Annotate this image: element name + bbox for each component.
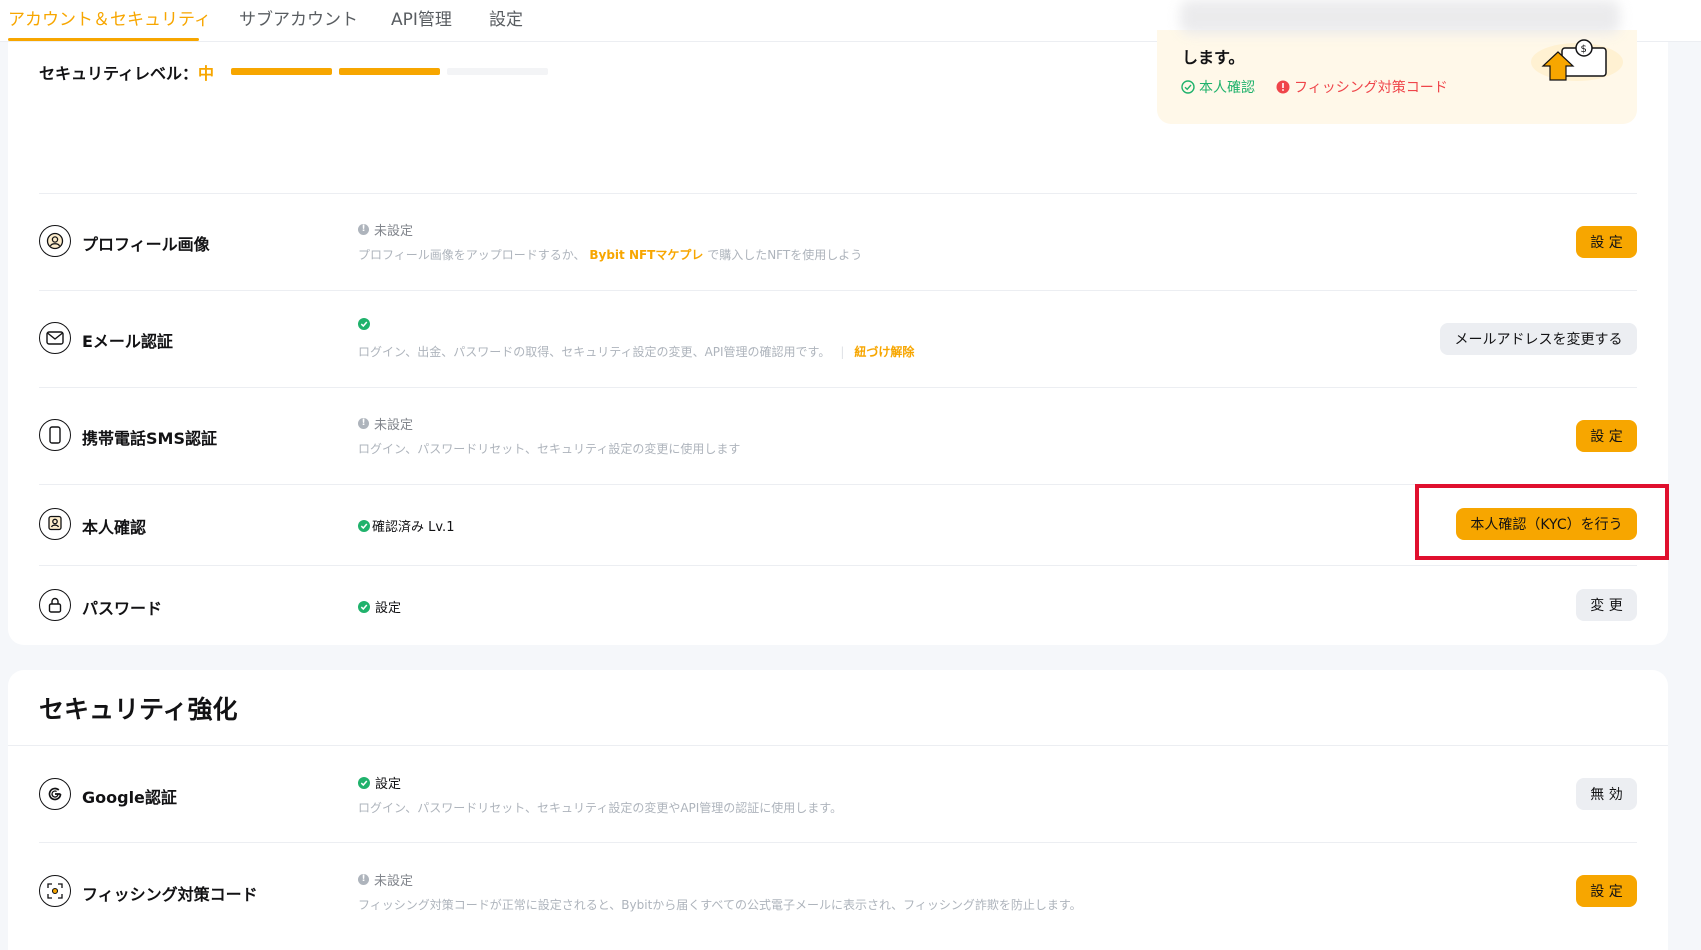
divider [39, 290, 1637, 291]
unlink-email-link[interactable]: 紐づけ解除 [854, 345, 914, 359]
email-description: ログイン、出金、パスワードの取得、セキュリティ設定の変更、API管理の確認用です… [358, 345, 915, 359]
email-desc-text: ログイン、出金、パスワードの取得、セキュリティ設定の変更、API管理の確認用です… [358, 345, 831, 359]
promo-kyc-status[interactable]: 本人確認 [1181, 77, 1255, 97]
kyc-highlight-box [1415, 484, 1669, 560]
promo-phishing-label: フィッシング対策コード [1294, 80, 1448, 96]
password-title: パスワード [82, 599, 163, 618]
phone-icon [39, 419, 71, 451]
security-level-bar-1 [231, 68, 332, 75]
profile-image-status: ! 未設定 [358, 220, 413, 239]
check-icon [358, 600, 370, 613]
profile-image-title: プロフィール画像 [82, 235, 210, 254]
svg-text:$: $ [1581, 44, 1587, 55]
profile-image-description: プロフィール画像をアップロードするか、 Bybit NFTマケプレ で購入したN… [358, 246, 862, 263]
google-auth-status-text: 設定 [375, 777, 402, 792]
divider [39, 484, 1637, 485]
info-icon: ! [358, 418, 369, 429]
anti-phishing-status-text: 未設定 [374, 874, 414, 889]
email-verification-title: Eメール認証 [82, 332, 173, 351]
promo-blurred-text [1180, 0, 1620, 34]
google-auth-title: Google認証 [82, 788, 177, 807]
section-title: セキュリティ強化 [39, 695, 238, 724]
check-icon [358, 776, 370, 789]
divider [39, 842, 1637, 843]
lock-icon [39, 589, 71, 621]
promo-phishing-status[interactable]: フィッシング対策コード [1276, 77, 1448, 97]
promo-kyc-label: 本人確認 [1199, 80, 1255, 96]
check-icon [358, 318, 370, 330]
google-auth-status: 設定 [358, 773, 401, 792]
email-status [358, 318, 370, 330]
profile-icon [39, 225, 71, 257]
change-password-button[interactable]: 変 更 [1576, 589, 1637, 621]
security-level: セキュリティレベル：中 [39, 60, 214, 84]
profile-image-status-text: 未設定 [374, 224, 414, 239]
anti-phishing-icon [39, 875, 71, 907]
google-auth-description: ログイン、パスワードリセット、セキュリティ設定の変更やAPI管理の認証に使用しま… [358, 801, 843, 815]
identity-icon [39, 508, 71, 540]
anti-phishing-set-button[interactable]: 設 定 [1576, 875, 1637, 907]
tab-settings[interactable]: 設定 [489, 5, 523, 30]
nft-marketplace-link[interactable]: Bybit NFTマケプレ [589, 248, 703, 262]
profile-image-desc-before: プロフィール画像をアップロードするか、 [358, 248, 586, 262]
email-icon [39, 322, 71, 354]
sms-status: ! 未設定 [358, 414, 413, 433]
divider [8, 745, 1668, 746]
tab-account-security[interactable]: アカウント＆セキュリティ [8, 5, 211, 30]
profile-image-set-button[interactable]: 設 定 [1576, 226, 1637, 258]
security-level-value: 中 [198, 64, 215, 83]
check-icon [358, 519, 370, 532]
security-level-label: セキュリティレベル： [39, 64, 199, 83]
google-icon [39, 778, 71, 810]
info-icon: ! [358, 224, 369, 235]
profile-image-desc-after: で購入したNFTを使用しよう [707, 248, 863, 262]
sms-verification-title: 携帯電話SMS認証 [82, 429, 217, 448]
active-tab-indicator [8, 38, 199, 41]
kyc-status: 確認済み Lv.1 [358, 516, 454, 535]
tab-sub-account[interactable]: サブアカウント [239, 5, 358, 30]
promo-text: します。 [1182, 48, 1245, 67]
check-circle-icon [1181, 80, 1195, 94]
divider [39, 193, 1637, 194]
sms-status-text: 未設定 [374, 418, 414, 433]
security-illustration-icon: $ [1531, 39, 1623, 81]
tab-api-management[interactable]: API管理 [391, 5, 452, 30]
kyc-status-text: 確認済み Lv.1 [372, 520, 455, 535]
anti-phishing-status: ! 未設定 [358, 870, 413, 889]
sms-set-button[interactable]: 設 定 [1576, 420, 1637, 452]
divider [39, 387, 1637, 388]
security-level-bar-3 [447, 68, 548, 75]
info-icon: ! [358, 874, 369, 885]
security-level-bar-2 [339, 68, 440, 75]
password-status: 設定 [358, 597, 401, 616]
password-status-text: 設定 [375, 601, 402, 616]
divider [39, 565, 1637, 566]
alert-icon [1276, 80, 1290, 94]
sms-description: ログイン、パスワードリセット、セキュリティ設定の変更に使用します [358, 442, 741, 456]
anti-phishing-description: フィッシング対策コードが正常に設定されると、Bybitから届くすべての公式電子メ… [358, 898, 1082, 912]
disable-google-auth-button[interactable]: 無 効 [1576, 778, 1637, 810]
anti-phishing-title: フィッシング対策コード [82, 885, 258, 904]
change-email-button[interactable]: メールアドレスを変更する [1440, 323, 1637, 355]
kyc-title: 本人確認 [82, 518, 147, 537]
